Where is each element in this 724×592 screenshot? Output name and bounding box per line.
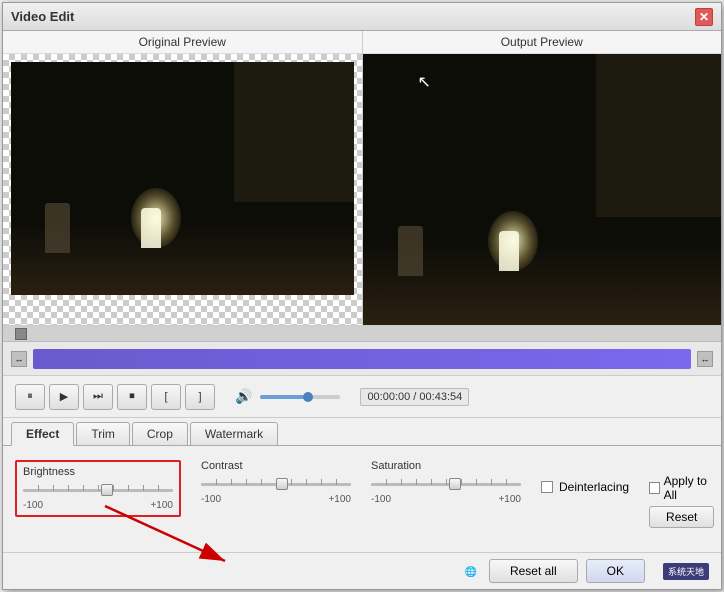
brightness-slider[interactable] [23, 482, 173, 498]
timeline-thumb[interactable] [15, 328, 27, 340]
pause-button[interactable]: ⏸ [15, 384, 45, 410]
timeline-track[interactable]: ↔ ↔ [3, 342, 721, 375]
tab-effect[interactable]: Effect [11, 422, 74, 446]
timeline-scrollbar[interactable] [3, 326, 721, 342]
scene-figure [141, 208, 161, 248]
timeline-track-inner [33, 349, 691, 369]
original-preview-video [3, 54, 362, 325]
watermark-area: 🌐 [465, 564, 477, 578]
ok-button[interactable]: OK [586, 559, 645, 583]
tab-crop[interactable]: Crop [132, 422, 188, 445]
effect-panel: Brightness [3, 446, 721, 552]
brightness-range: -100 +100 [23, 500, 173, 511]
apply-to-all-checkbox[interactable] [649, 482, 660, 494]
sliders-row: Brightness [15, 460, 709, 528]
watermark-text: 🌐 [465, 567, 477, 578]
volume-fill [260, 395, 304, 399]
brightness-track [23, 489, 173, 492]
deinterlacing-label: Deinterlacing [559, 480, 629, 494]
site-watermark: 系统天地 [663, 563, 709, 580]
output-scene-figure [499, 231, 519, 271]
window-title: Video Edit [11, 9, 74, 24]
brightness-label: Brightness [23, 466, 173, 478]
pause-icon: ⏸ [27, 390, 33, 403]
contrast-slider[interactable] [201, 476, 351, 492]
play-icon: ▶ [60, 390, 68, 403]
apply-to-all-label: Apply to All [664, 474, 715, 502]
close-button[interactable]: ✕ [695, 8, 713, 26]
timeline-right-icon[interactable]: ↔ [697, 351, 713, 367]
stop-button[interactable]: ⏹ [117, 384, 147, 410]
mark-in-icon: [ [164, 391, 167, 403]
scene-wall [234, 62, 354, 202]
output-scene-left-figure [398, 226, 423, 276]
step-icon: ⏭ [93, 390, 103, 403]
contrast-thumb[interactable] [276, 478, 288, 490]
timeline-left-icon[interactable]: ↔ [11, 351, 27, 367]
mark-out-icon: ] [198, 391, 201, 403]
saturation-range: -100 +100 [371, 494, 521, 505]
contrast-label: Contrast [201, 460, 351, 472]
controls-area: ⏸ ▶ ⏭ ⏹ [ ] 🔊 00:00:00 / 00:43:54 [3, 376, 721, 418]
output-video-frame: ↖ [363, 54, 722, 325]
brightness-thumb[interactable] [101, 484, 113, 496]
output-scene-wall [596, 54, 721, 217]
apply-to-all-row: Apply to All [649, 474, 714, 502]
mark-out-button[interactable]: ] [185, 384, 215, 410]
video-edit-window: Video Edit ✕ Original Preview [2, 2, 722, 590]
volume-thumb[interactable] [303, 392, 313, 402]
tab-watermark[interactable]: Watermark [190, 422, 278, 445]
step-forward-button[interactable]: ⏭ [83, 384, 113, 410]
saturation-group: Saturation [371, 460, 521, 505]
output-preview-panel: Output Preview ↖ [363, 31, 722, 325]
bottom-bar: 🌐 Reset all OK 系统天地 [3, 552, 721, 589]
output-preview-video: ↖ [363, 54, 722, 325]
scene-left-figure [45, 203, 70, 253]
contrast-range: -100 +100 [201, 494, 351, 505]
deinterlacing-checkbox[interactable] [541, 481, 553, 493]
saturation-label: Saturation [371, 460, 521, 472]
scene-content-output: ↖ [363, 54, 722, 325]
contrast-group: Contrast -1 [201, 460, 351, 505]
brightness-group: Brightness [15, 460, 181, 517]
scene-content-original [11, 62, 354, 295]
apply-group: Apply to All Reset [649, 474, 714, 528]
contrast-track [201, 483, 351, 486]
output-preview-label: Output Preview [363, 31, 722, 54]
play-button[interactable]: ▶ [49, 384, 79, 410]
timeline-area: ↔ ↔ [3, 326, 721, 376]
saturation-slider[interactable] [371, 476, 521, 492]
title-bar: Video Edit ✕ [3, 3, 721, 31]
preview-area: Original Preview Output Preview [3, 31, 721, 326]
deinterlacing-group: Deinterlacing [541, 480, 629, 494]
saturation-track [371, 483, 521, 486]
original-preview-panel: Original Preview [3, 31, 363, 325]
stop-icon: ⏹ [129, 390, 135, 403]
original-preview-label: Original Preview [3, 31, 362, 54]
volume-icon: 🔊 [235, 388, 252, 405]
tab-trim[interactable]: Trim [76, 422, 130, 445]
time-display: 00:00:00 / 00:43:54 [360, 388, 469, 406]
reset-all-button[interactable]: Reset all [489, 559, 578, 583]
mark-in-button[interactable]: [ [151, 384, 181, 410]
original-video-frame [11, 62, 354, 295]
tabs-area: Effect Trim Crop Watermark [3, 418, 721, 446]
reset-button[interactable]: Reset [649, 506, 714, 528]
saturation-thumb[interactable] [449, 478, 461, 490]
mouse-cursor: ↖ [418, 72, 431, 92]
volume-slider[interactable] [260, 395, 340, 399]
